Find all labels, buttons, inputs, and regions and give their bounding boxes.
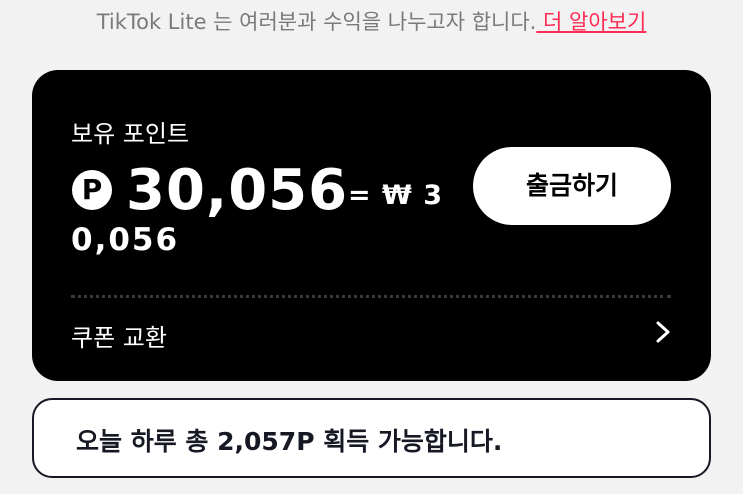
revenue-share-notice: TikTok Lite 는 여러분과 수익을 나누고자 합니다. 더 알아보기 [0, 6, 743, 40]
daily-earning-text: 오늘 하루 총 2,057P 획득 가능합니다. [76, 427, 503, 456]
points-balance: 30,056 [126, 158, 349, 223]
card-title: 보유 포인트 [71, 120, 190, 148]
coupon-exchange-row[interactable]: 쿠폰 교환 [32, 310, 711, 370]
withdraw-button[interactable]: 출금하기 [473, 147, 671, 225]
learn-more-link[interactable]: 더 알아보기 [536, 10, 646, 34]
notice-text: TikTok Lite 는 여러분과 수익을 나누고자 합니다. [96, 10, 537, 34]
coupon-exchange-label: 쿠폰 교환 [71, 324, 167, 352]
daily-earning-card: 오늘 하루 총 2,057P 획득 가능합니다. [32, 398, 711, 478]
won-equivalent-suffix: 0,056 [71, 222, 180, 258]
chevron-right-icon [656, 321, 670, 343]
point-coin-icon: P [72, 170, 112, 210]
won-equivalent-prefix: = ₩ 3 [348, 180, 443, 211]
points-card: 보유 포인트 P 30,056 = ₩ 3 0,056 출금하기 쿠폰 교환 [32, 70, 711, 381]
divider [71, 295, 671, 298]
